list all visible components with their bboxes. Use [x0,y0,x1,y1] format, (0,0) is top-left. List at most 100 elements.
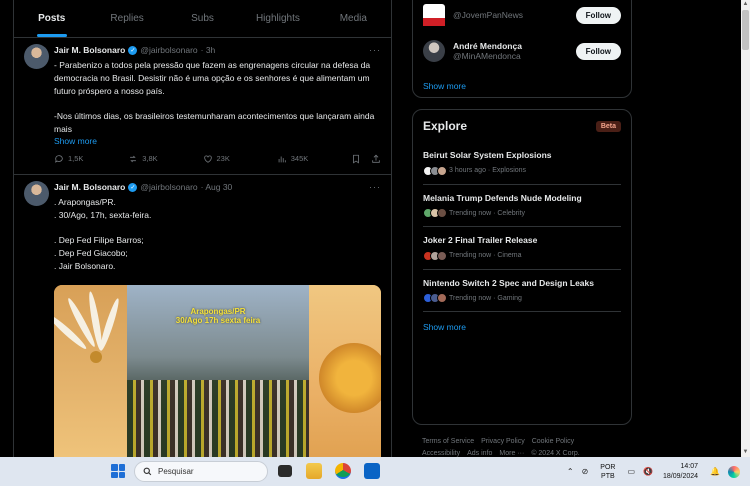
tab-posts[interactable]: Posts [14,0,89,37]
explore-headline[interactable]: Joker 2 Final Trailer Release [423,234,621,247]
author-handle[interactable]: @jairbolsonaro [140,182,197,192]
tab-subs[interactable]: Subs [165,0,240,37]
avatar[interactable] [423,40,445,62]
explore-panel: Explore Beta Beirut Solar System Explosi… [412,109,632,425]
more-options-icon[interactable]: ··· [369,182,381,192]
reply-count: 1,5K [68,154,84,164]
show-more-link[interactable]: Show more [54,136,381,146]
video-left-panel [54,284,127,457]
copilot-icon[interactable] [728,465,740,478]
author-handle[interactable]: @jairbolsonaro [140,45,197,55]
footer-link-accessibility[interactable]: Accessibility [422,450,460,457]
like-count: 23K [216,154,230,164]
tweet-text: - Parabenizo a todos pela pressão que fa… [54,60,375,134]
tweet-header: Jair M. Bolsonaro ✓ @jairbolsonaro · Aug… [54,181,381,193]
tweet[interactable]: Jair M. Bolsonaro ✓ @jairbolsonaro · 3h … [14,38,391,175]
file-explorer-icon[interactable] [306,463,322,479]
follow-button[interactable]: Follow [575,42,621,60]
tweet-video[interactable]: Arapongas/PR 30/Ago 17h sexta feira [54,284,381,457]
tab-media[interactable]: Media [316,0,391,37]
video-caption-date: 30/Ago 17h sexta feira [175,315,261,325]
page-scrollbar[interactable]: ▲ ▼ [741,0,750,457]
display-icon[interactable]: ▭ [627,467,635,476]
heart-icon [203,155,212,163]
suggestion-name[interactable]: André Mendonça [453,41,522,51]
repost-button[interactable]: 3,8K [128,154,202,164]
tab-replies[interactable]: Replies [89,0,164,37]
scroll-thumb[interactable] [742,10,749,50]
tweet-time[interactable]: · Aug 30 [201,182,233,192]
chevron-up-icon[interactable]: ⌃ [567,467,574,476]
views-button[interactable]: 345K [277,154,351,164]
verified-badge-icon: ✓ [128,45,138,55]
tweet-time[interactable]: · 3h [201,45,216,55]
explore-headline[interactable]: Melania Trump Defends Nude Modeling [423,192,621,205]
clock-time: 14:07 [680,462,699,470]
repost-icon [130,155,137,162]
explore-item[interactable]: Nintendo Switch 2 Spec and Design Leaks … [423,270,621,312]
follow-suggestion[interactable]: André Mendonça @MinAMendonca Follow [413,33,631,69]
scroll-up-arrow-icon[interactable]: ▲ [741,0,750,9]
explore-avatars [423,165,447,176]
explore-headline[interactable]: Beirut Solar System Explosions [423,149,621,162]
scroll-down-arrow-icon[interactable]: ▼ [741,448,750,457]
suggestion-handle[interactable]: @MinAMendonca [453,51,522,61]
suggestion-handle[interactable]: @JovemPanNews [453,10,523,20]
clock[interactable]: 14:07 18/09/2024 [663,462,698,482]
who-to-follow-panel: @JovemPanNews Follow André Mendonça @Min… [412,0,632,98]
notification-bell-icon[interactable]: 🔔 [710,467,720,476]
language-code: POR [600,463,616,471]
tweet-header: Jair M. Bolsonaro ✓ @jairbolsonaro · 3h … [54,44,381,56]
tab-highlights[interactable]: Highlights [240,0,315,37]
network-off-icon[interactable]: ⊘ [582,467,589,476]
share-icon[interactable] [371,154,381,164]
speaker-muted-icon[interactable]: 🔇 [643,467,653,476]
avatar[interactable] [423,4,445,26]
outlook-icon[interactable] [364,463,380,479]
footer-link-more[interactable]: More ··· [499,450,524,457]
tweet-text: . Arapongas/PR. . 30/Ago, 17h, sexta-fei… [54,197,152,271]
task-view-icon[interactable] [278,465,292,477]
explore-header: Explore Beta [413,110,631,142]
repost-count: 3,8K [142,154,158,164]
footer-link-terms[interactable]: Terms of Service [422,438,474,445]
beta-badge: Beta [595,120,621,132]
flower-decoration [319,342,381,413]
like-button[interactable]: 23K [203,154,277,164]
follow-button[interactable]: Follow [575,6,621,24]
footer-copyright: © 2024 X Corp. [531,450,580,457]
explore-meta: Trending now · Gaming [449,294,522,302]
explore-item[interactable]: Joker 2 Final Trailer Release Trending n… [423,227,621,270]
tweet[interactable]: Jair M. Bolsonaro ✓ @jairbolsonaro · Aug… [14,175,391,457]
language-indicator[interactable]: POR PTB [600,463,615,481]
avatar[interactable] [24,181,49,206]
more-options-icon[interactable]: ··· [369,45,381,55]
explore-item[interactable]: Melania Trump Defends Nude Modeling Tren… [423,185,621,227]
system-tray: ⌃ ⊘ POR PTB ▭ 🔇 14:07 18/09/2024 🔔 [563,457,744,486]
footer-link-privacy[interactable]: Privacy Policy [481,438,525,445]
explore-item[interactable]: Beirut Solar System Explosions 3 hours a… [423,142,621,185]
keyboard-layout: PTB [601,472,615,480]
avatar[interactable] [24,44,49,69]
chrome-icon[interactable] [335,463,351,479]
video-crowd [127,379,309,457]
follow-suggestion[interactable]: @JovemPanNews Follow [413,0,631,33]
explore-headline[interactable]: Nintendo Switch 2 Spec and Design Leaks [423,277,621,290]
verified-badge-icon: ✓ [128,182,138,192]
explore-avatars [423,208,447,218]
footer-link-ads[interactable]: Ads info [467,450,492,457]
author-name[interactable]: Jair M. Bolsonaro [54,182,125,192]
profile-timeline: Posts Replies Subs Highlights Media Jair… [13,0,392,457]
windows-start-icon[interactable] [111,464,125,478]
explore-meta: 3 hours ago · Explosions [449,167,527,174]
bookmark-icon[interactable] [351,154,361,164]
footer-link-cookies[interactable]: Cookie Policy [532,438,574,445]
who-show-more-link[interactable]: Show more [413,81,631,91]
search-icon [143,467,152,476]
bar-chart-icon [278,156,286,163]
reply-button[interactable]: 1,5K [54,154,128,164]
explore-show-more-link[interactable]: Show more [413,322,631,332]
author-name[interactable]: Jair M. Bolsonaro [54,45,125,55]
taskbar-search[interactable]: Pesquisar [134,461,268,482]
explore-avatars [423,293,447,303]
